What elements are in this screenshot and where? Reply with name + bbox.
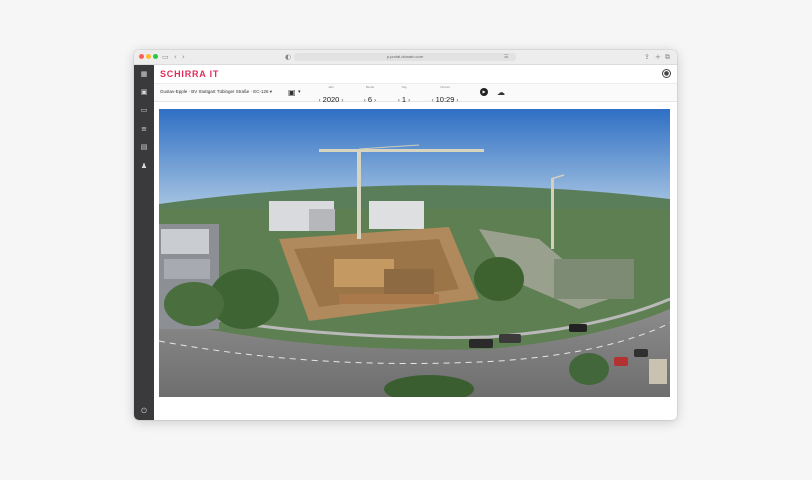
- month-prev-button[interactable]: ‹: [364, 98, 366, 104]
- browser-window: ▭ ‹ › ◐ p.portal.domain.com ☰ ⇪ + ⧉ ▦ ▣ …: [134, 50, 677, 420]
- reader-icon[interactable]: ☰: [504, 52, 508, 62]
- camera-image[interactable]: [159, 109, 670, 397]
- folder-icon[interactable]: ▭: [139, 105, 149, 115]
- play-icon[interactable]: ▶: [480, 88, 488, 96]
- year-value: 2020: [322, 95, 340, 104]
- camera-toolbar: Gustav-Epple · BV Stuttgart Tübinger Str…: [154, 84, 677, 104]
- share-icon[interactable]: ⇪: [644, 52, 650, 62]
- camera-select[interactable]: Gustav-Epple · BV Stuttgart Tübinger Str…: [160, 89, 272, 95]
- month-value: 6: [367, 95, 373, 104]
- day-value: 1: [401, 95, 407, 104]
- maximize-window-button[interactable]: [153, 54, 158, 59]
- app-logo[interactable]: SCHIRRA IT: [160, 69, 219, 79]
- time-prev-button[interactable]: ‹: [432, 98, 434, 104]
- forward-icon[interactable]: ›: [182, 52, 185, 62]
- time-next-button[interactable]: ›: [456, 98, 458, 104]
- users-icon[interactable]: ♟: [139, 161, 149, 171]
- calendar-picker-icon[interactable]: ▣: [288, 88, 296, 97]
- chevron-down-icon: ▾: [269, 89, 272, 94]
- camera-icon[interactable]: ▣: [139, 87, 149, 97]
- year-prev-button[interactable]: ‹: [319, 98, 321, 104]
- cloud-download-icon[interactable]: ☁: [497, 88, 505, 97]
- grid-icon[interactable]: ▦: [139, 69, 149, 79]
- year-control: Jahr ‹ 2020 ›: [306, 85, 356, 104]
- day-control: Tag ‹ 1 ›: [387, 85, 421, 104]
- sidebar-toggle-icon[interactable]: ▭: [162, 52, 169, 62]
- list-icon[interactable]: ≡: [139, 124, 149, 134]
- calendar-icon[interactable]: ▤: [139, 142, 149, 152]
- month-label: Monat: [365, 85, 375, 89]
- user-account-icon[interactable]: ●: [662, 69, 671, 78]
- browser-chrome: ▭ ‹ › ◐ p.portal.domain.com ☰ ⇪ + ⧉: [134, 50, 677, 65]
- back-icon[interactable]: ‹: [174, 52, 177, 62]
- sidebar: ▦ ▣ ▭ ≡ ▤ ♟ ⏻: [134, 65, 154, 420]
- app-header: SCHIRRA IT ●: [154, 65, 677, 84]
- tabs-overview-icon[interactable]: ⧉: [665, 52, 670, 62]
- time-label: Uhrzeit: [440, 85, 450, 89]
- power-icon[interactable]: ⏻: [139, 406, 149, 416]
- day-prev-button[interactable]: ‹: [398, 98, 400, 104]
- month-next-button[interactable]: ›: [374, 98, 376, 104]
- year-label: Jahr: [328, 85, 334, 89]
- address-bar[interactable]: p.portal.domain.com: [294, 53, 516, 61]
- construction-site-photo: [159, 109, 670, 397]
- shield-icon[interactable]: ◐: [285, 52, 291, 62]
- time-control: Uhrzeit ‹ 10:29 ›: [419, 85, 471, 104]
- chevron-down-icon[interactable]: ▾: [298, 88, 301, 97]
- time-value: 10:29: [435, 95, 455, 104]
- month-control: Monat ‹ 6 ›: [353, 85, 387, 104]
- day-label: Tag: [401, 85, 407, 89]
- day-next-button[interactable]: ›: [408, 98, 410, 104]
- year-next-button[interactable]: ›: [341, 98, 343, 104]
- camera-select-label: Gustav-Epple · BV Stuttgart Tübinger Str…: [160, 89, 269, 94]
- minimize-window-button[interactable]: [146, 54, 151, 59]
- new-tab-icon[interactable]: +: [655, 52, 661, 62]
- close-window-button[interactable]: [139, 54, 144, 59]
